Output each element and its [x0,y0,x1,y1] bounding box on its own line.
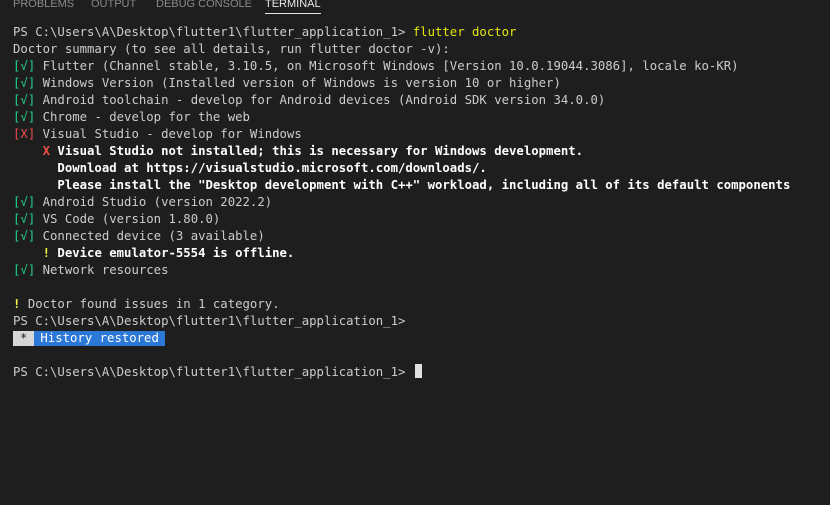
command-line: PS C:\Users\A\Desktop\flutter1\flutter_a… [13,24,830,41]
warning-icon: ! [13,297,28,311]
doctor-summary-line: Doctor summary (to see all details, run … [13,42,450,56]
check-visual-studio: [X] Visual Studio - develop for Windows [13,126,830,143]
terminal-output[interactable]: PS C:\Users\A\Desktop\flutter1\flutter_a… [13,24,830,505]
check-ok-icon: √ [20,93,28,107]
vs-detail-line-2: Download at https://visualstudio.microso… [13,161,487,175]
tab-problems[interactable]: PROBLEMS [13,0,74,13]
check-text: VS Code (version 1.80.0) [35,212,221,226]
error-x-icon: X [13,144,58,158]
check-text: Connected device (3 available) [35,229,265,243]
check-text: Chrome - develop for the web [35,110,250,124]
history-restored-badge: * History restored [13,330,830,347]
check-chrome: [√] Chrome - develop for the web [13,109,830,126]
check-text: Android toolchain - develop for Android … [35,93,606,107]
check-ok-icon: √ [20,263,28,277]
vs-detail-line-1: X Visual Studio not installed; this is n… [13,143,830,160]
issues-summary-text: Doctor found issues in 1 category. [27,297,280,311]
check-ok-icon: √ [20,212,28,226]
check-ok-icon: √ [20,195,28,209]
check-ok-icon: √ [20,59,28,73]
check-ok-icon: √ [20,76,28,90]
history-star-icon: * [13,331,35,346]
tab-output[interactable]: OUTPUT [91,0,136,13]
history-restored-label: History restored [34,331,165,346]
command-text: flutter doctor [412,25,517,39]
panel-tab-bar: PROBLEMS OUTPUT DEBUG CONSOLE TERMINAL [0,0,830,16]
check-text: Android Studio (version 2022.2) [35,195,273,209]
terminal-cursor[interactable] [414,364,422,378]
issues-summary-line: ! Doctor found issues in 1 category. [13,296,830,313]
check-ok-icon: √ [20,229,28,243]
check-android-studio: [√] Android Studio (version 2022.2) [13,194,830,211]
check-flutter: [√] Flutter (Channel stable, 3.10.5, on … [13,58,830,75]
device-warning-line: ! Device emulator-5554 is offline. [13,245,830,262]
vs-detail-text-1: Visual Studio not installed; this is nec… [57,144,584,158]
check-text: Network resources [35,263,169,277]
check-windows-version: [√] Windows Version (Installed version o… [13,75,830,92]
check-vs-code: [√] VS Code (version 1.80.0) [13,211,830,228]
active-prompt-text: PS C:\Users\A\Desktop\flutter1\flutter_a… [13,365,413,379]
vs-detail-line-3: Please install the "Desktop development … [13,178,791,192]
check-android-toolchain: [√] Android toolchain - develop for Andr… [13,92,830,109]
check-text: Windows Version (Installed version of Wi… [35,76,561,90]
prompt-text: PS C:\Users\A\Desktop\flutter1\flutter_a… [13,25,413,39]
check-network-resources: [√] Network resources [13,262,830,279]
tab-terminal[interactable]: TERMINAL [265,0,321,14]
prompt-line: PS C:\Users\A\Desktop\flutter1\flutter_a… [13,314,406,328]
device-warning-text: Device emulator-5554 is offline. [57,246,295,260]
check-text: Visual Studio - develop for Windows [35,127,302,141]
check-text: Flutter (Channel stable, 3.10.5, on Micr… [35,59,739,73]
check-ok-icon: √ [20,110,28,124]
active-prompt-line[interactable]: PS C:\Users\A\Desktop\flutter1\flutter_a… [13,364,830,381]
warning-icon: ! [13,246,58,260]
tab-debug-console[interactable]: DEBUG CONSOLE [156,0,252,13]
check-connected-device: [√] Connected device (3 available) [13,228,830,245]
check-error-icon: X [20,127,28,141]
